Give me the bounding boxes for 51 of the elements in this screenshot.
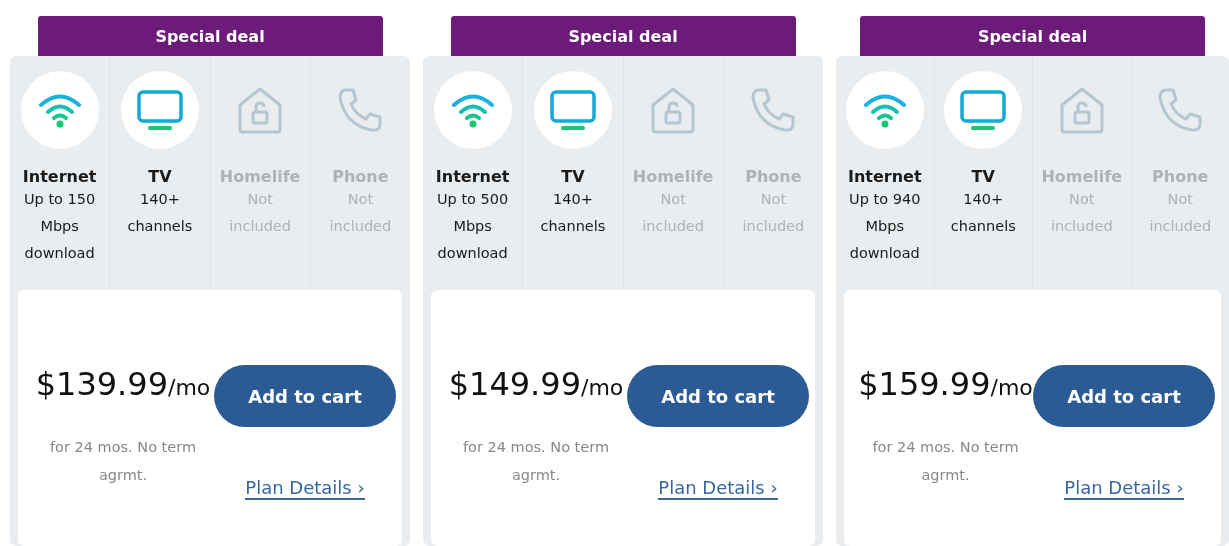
deal-banner: Special deal: [37, 16, 383, 56]
feature-detail: Not included: [328, 190, 393, 236]
feature-title: Homelife: [1041, 167, 1123, 186]
price: $139.99: [35, 365, 168, 403]
price-period: /mo: [581, 375, 624, 400]
monitor-icon: [548, 89, 597, 131]
feature-detail: 140+ channels: [126, 190, 194, 236]
feature-detail: 140+ channels: [949, 190, 1017, 236]
add-to-cart-button[interactable]: Add to cart: [214, 365, 396, 427]
feature-detail: 140+ channels: [539, 190, 607, 236]
feature-title: Homelife: [632, 167, 714, 186]
price: $159.99: [858, 365, 991, 403]
feature-title: Internet: [22, 167, 97, 186]
feature-detail: Not included: [641, 190, 705, 236]
feature-title: Internet: [847, 167, 922, 186]
feature-detail: Not included: [1049, 190, 1114, 236]
feature-title: Phone: [745, 167, 802, 186]
price-note: for 24 mos. No term agrmt.: [461, 438, 611, 485]
feature-detail: Not included: [228, 190, 292, 236]
deal-banner: Special deal: [450, 16, 796, 56]
add-to-cart-button[interactable]: Add to cart: [627, 365, 809, 427]
deal-banner: Special deal: [860, 16, 1205, 56]
price-period: /mo: [990, 375, 1033, 400]
feature-title: TV: [561, 167, 585, 186]
feature-title: Internet: [435, 167, 510, 186]
phone-icon: [749, 86, 798, 134]
feature-detail: Up to 150 Mbps download: [23, 190, 97, 263]
feature-title: Phone: [1152, 167, 1209, 186]
feature-detail: Up to 500 Mbps download: [436, 190, 510, 263]
price-note: for 24 mos. No term agrmt.: [871, 438, 1020, 485]
feature-title: Phone: [332, 167, 389, 186]
add-to-cart-button[interactable]: Add to cart: [1033, 365, 1215, 427]
feature-detail: Not included: [741, 190, 806, 236]
feature-detail: Up to 940 Mbps download: [848, 190, 922, 263]
feature-title: TV: [148, 167, 172, 186]
price-period: /mo: [168, 375, 211, 400]
monitor-icon: [959, 89, 1008, 131]
phone-icon: [336, 86, 385, 134]
feature-detail: Not included: [1148, 190, 1213, 236]
wifi-icon: [37, 92, 82, 128]
plan-details-link[interactable]: Plan Details ›: [1064, 477, 1184, 500]
feature-title: Homelife: [219, 167, 301, 186]
phone-icon: [1156, 86, 1205, 134]
price-note: for 24 mos. No term agrmt.: [48, 438, 198, 485]
plan-details-link[interactable]: Plan Details ›: [245, 477, 365, 500]
plan-details-link[interactable]: Plan Details ›: [658, 477, 778, 500]
monitor-icon: [135, 89, 184, 131]
feature-title: TV: [971, 167, 995, 186]
wifi-icon: [862, 92, 907, 128]
wifi-icon: [450, 92, 495, 128]
price: $149.99: [448, 365, 581, 403]
